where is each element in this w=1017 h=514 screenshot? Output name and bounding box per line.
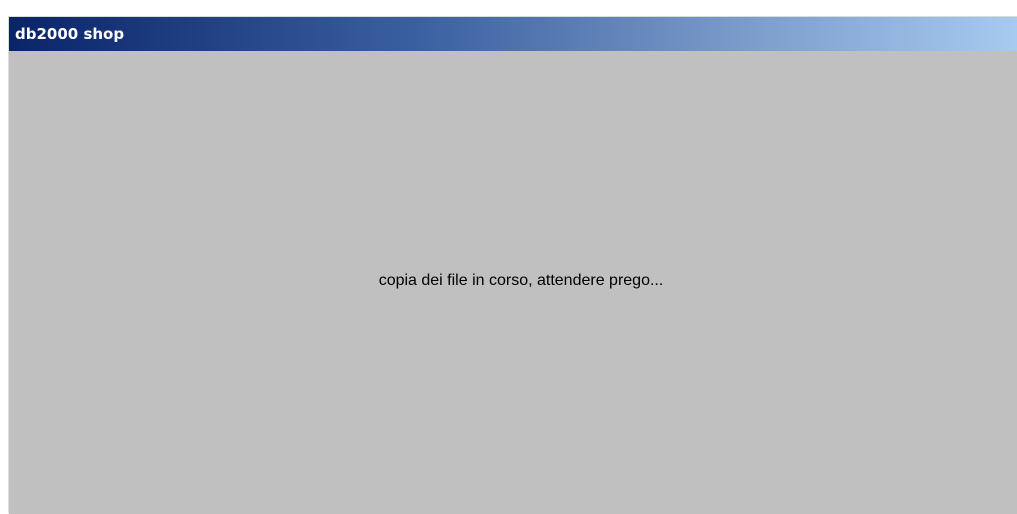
window-title: db2000 shop: [15, 25, 125, 43]
window-titlebar[interactable]: db2000 shop: [9, 17, 1017, 51]
window-client-area: copia dei file in corso, attendere prego…: [9, 51, 1017, 514]
installer-window: db2000 shop copia dei file in corso, att…: [8, 16, 1017, 514]
progress-message: copia dei file in corso, attendere prego…: [378, 272, 664, 289]
